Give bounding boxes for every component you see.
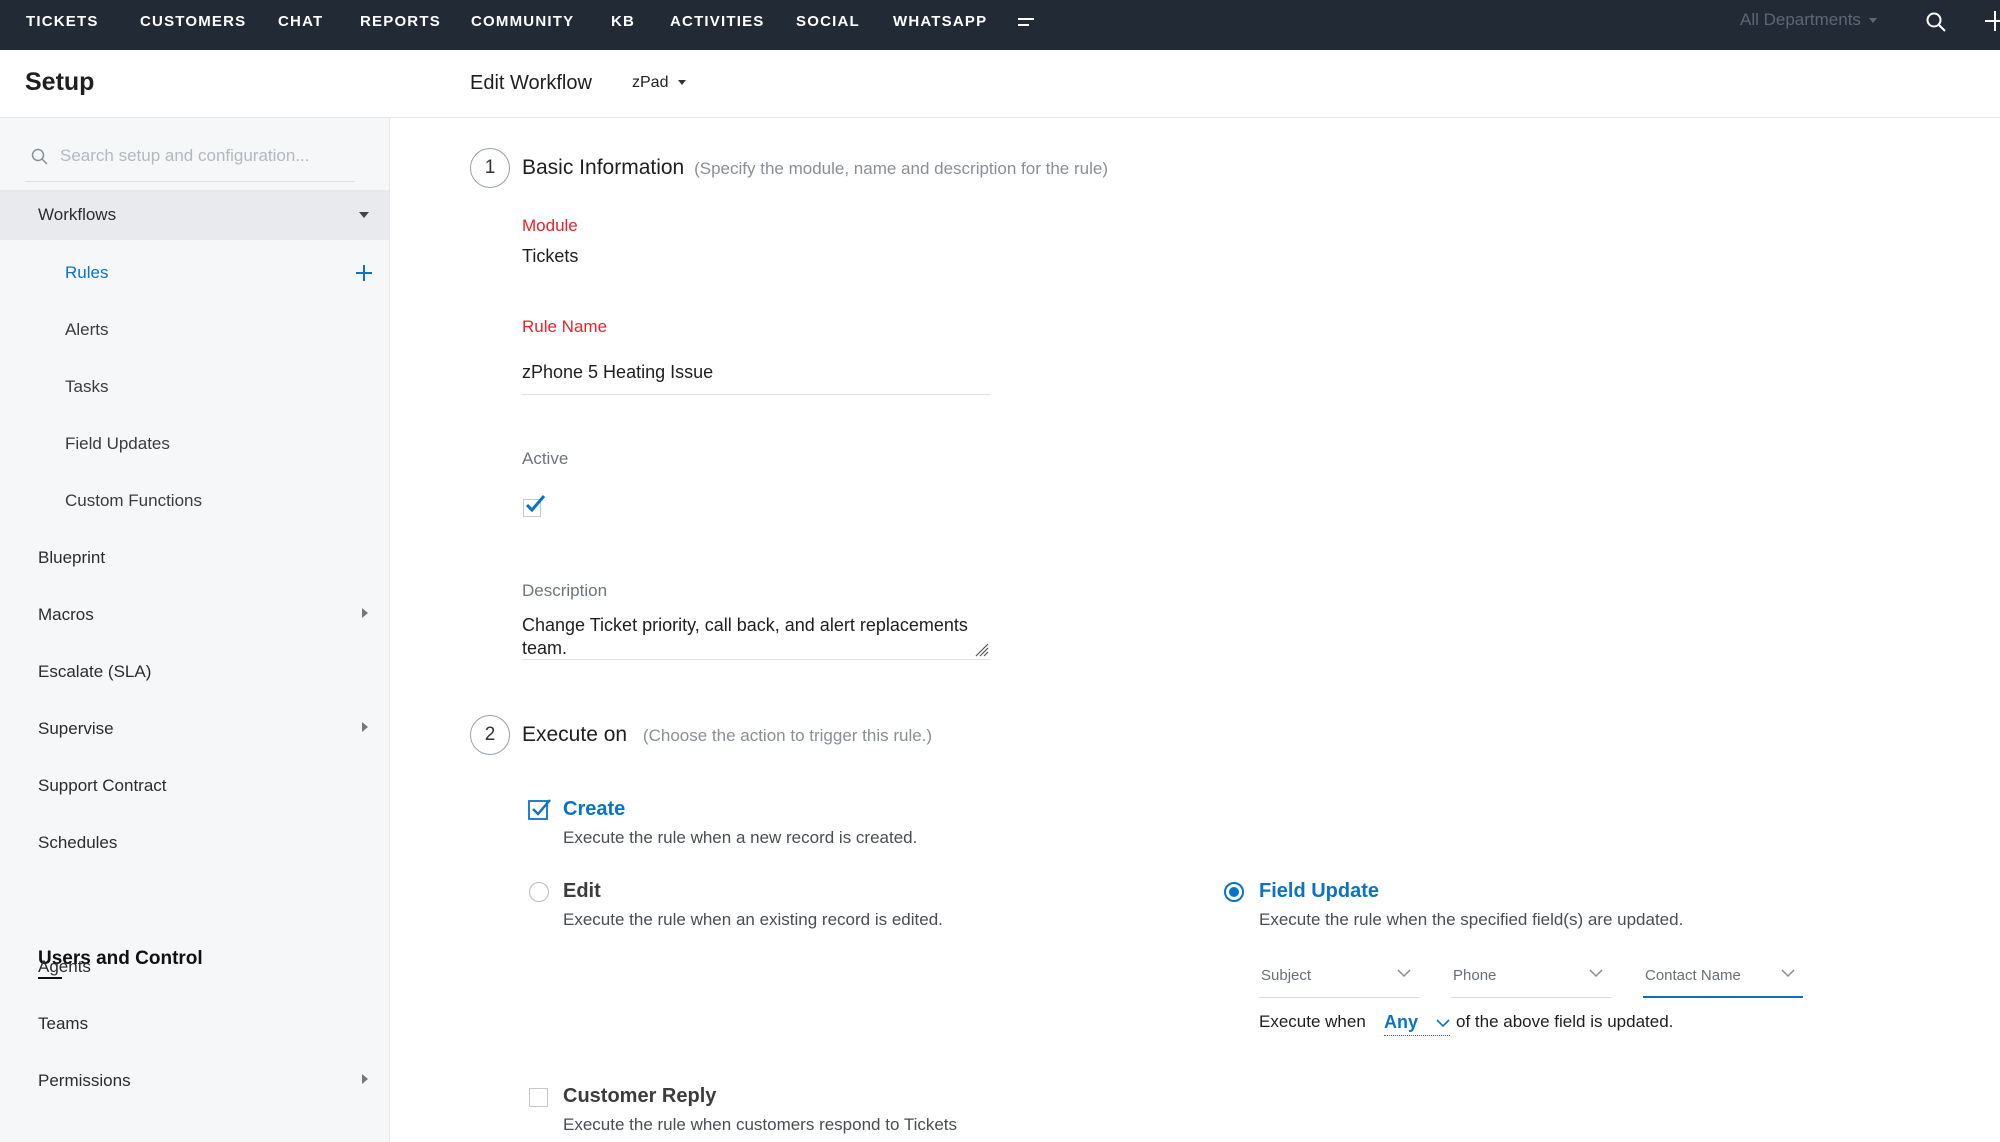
edit-radio[interactable] [529,882,549,902]
description-label: Description [522,581,608,600]
customer-reply-checkbox[interactable] [529,1088,548,1107]
nav-social[interactable]: SOCIAL [796,0,860,44]
search-input[interactable] [60,140,350,172]
chevron-down-icon [1781,969,1795,978]
sidebar-item-alerts[interactable]: Alerts [65,320,108,340]
nav-reports[interactable]: REPORTS [360,0,441,44]
sidebar-item-support-contract[interactable]: Support Contract [38,776,167,796]
edit-option-desc: Execute the rule when an existing record… [563,910,943,929]
create-checkbox[interactable] [528,798,552,820]
chevron-down-icon [359,212,369,218]
rule-name-label: Rule Name [522,317,608,336]
sidebar-title: Setup [25,68,95,96]
sidebar-item-teams[interactable]: Teams [38,1014,88,1034]
sidebar-item-label: Workflows [38,205,117,224]
customer-reply-option-title[interactable]: Customer Reply [563,1085,716,1108]
sidebar-item-workflows[interactable]: Workflows [0,190,389,240]
top-navigation-bar: TICKETS CUSTOMERS CHAT REPORTS COMMUNITY… [0,0,2000,50]
plus-icon[interactable] [1984,10,2000,32]
chevron-down-icon [1868,18,1877,24]
execute-when-dropdown[interactable]: Any [1384,1010,1450,1036]
main-header: Edit Workflow zPad [390,50,2000,118]
chevron-down-icon [678,80,687,86]
sidebar-item-escalate[interactable]: Escalate (SLA) [38,662,151,682]
department-dropdown[interactable]: zPad [632,74,687,92]
step-1-title: Basic Information [522,156,685,179]
sidebar-item-supervise[interactable]: Supervise [38,719,114,739]
resize-handle-icon[interactable] [973,641,989,657]
sidebar-item-label: Agents [38,957,91,976]
step-2-title: Execute on [522,723,628,746]
description-textarea[interactable]: Change Ticket priority, call back, and a… [522,614,990,660]
sidebar-item-blueprint[interactable]: Blueprint [38,548,105,568]
more-menu-icon[interactable] [1016,14,1036,30]
search-icon [31,148,48,165]
nav-community[interactable]: COMMUNITY [471,0,574,44]
active-label: Active [522,449,569,468]
add-rule-icon[interactable] [355,264,373,282]
field-update-option-title[interactable]: Field Update [1259,880,1379,903]
field-select-subject[interactable]: Subject [1259,960,1419,998]
sidebar-item-rules[interactable]: Rules [65,263,108,283]
chevron-down-icon [1436,1019,1450,1028]
step-1-hint: (Specify the module, name and descriptio… [694,159,1108,178]
search-icon[interactable] [1926,12,1946,32]
step-2-heading: Execute on (Choose the action to trigger… [522,723,932,747]
execute-when-value: Any [1384,1012,1419,1032]
create-option-title[interactable]: Create [563,798,625,821]
module-value: Tickets [522,246,579,266]
department-label: All Departments [1740,10,1861,29]
checkmark-icon [525,495,546,513]
step-1-badge: 1 [470,148,510,188]
department-value: zPad [632,74,669,91]
step-1-heading: Basic Information (Specify the module, n… [522,156,1108,180]
nav-customers[interactable]: CUSTOMERS [140,0,246,44]
nav-tickets[interactable]: TICKETS [26,0,99,44]
create-option-desc: Execute the rule when a new record is cr… [563,828,918,847]
rule-name-input[interactable] [522,350,990,395]
nav-activities[interactable]: ACTIVITIES [670,0,765,44]
field-select-phone[interactable]: Phone [1451,960,1611,998]
sidebar-item-tasks[interactable]: Tasks [65,377,108,397]
field-select-value: Subject [1261,967,1312,984]
sidebar-item-custom-functions[interactable]: Custom Functions [65,491,202,511]
nav-chat[interactable]: CHAT [278,0,323,44]
execute-when-label: Execute when [1259,1012,1366,1031]
nav-kb[interactable]: KB [611,0,635,44]
execute-when-tail: of the above field is updated. [1456,1012,1674,1031]
setup-sidebar: Setup Workflows Rules Alerts Tasks Field… [0,50,390,1142]
sidebar-item-field-updates[interactable]: Field Updates [65,434,170,454]
module-label: Module [522,216,578,235]
field-select-contact-name[interactable]: Contact Name [1643,960,1803,998]
sidebar-item-permissions[interactable]: Permissions [38,1071,131,1091]
department-selector[interactable]: All Departments [1740,10,1877,30]
sidebar-item-agents[interactable]: Agents [38,957,91,977]
field-update-radio[interactable] [1224,882,1244,902]
field-select-value: Contact Name [1645,967,1741,984]
step-2-badge: 2 [470,715,510,755]
sidebar-header: Setup [0,50,390,118]
chevron-down-icon [1397,969,1411,978]
customer-reply-option-desc: Execute the rule when customers respond … [563,1115,958,1134]
page-title: Edit Workflow [470,72,592,94]
chevron-right-icon [362,722,368,732]
active-checkbox[interactable] [523,495,546,517]
chevron-right-icon [362,608,368,618]
chevron-right-icon [362,1074,368,1084]
nav-whatsapp[interactable]: WHATSAPP [893,0,987,44]
section-underline [38,977,62,979]
sidebar-item-schedules[interactable]: Schedules [38,833,117,853]
field-select-value: Phone [1453,967,1497,984]
sidebar-search [25,130,355,182]
chevron-down-icon [1589,969,1603,978]
sidebar-item-macros[interactable]: Macros [38,605,94,625]
step-2-hint: (Choose the action to trigger this rule.… [642,726,933,745]
edit-option-title[interactable]: Edit [563,880,601,903]
field-update-option-desc: Execute the rule when the specified fiel… [1259,910,1684,929]
